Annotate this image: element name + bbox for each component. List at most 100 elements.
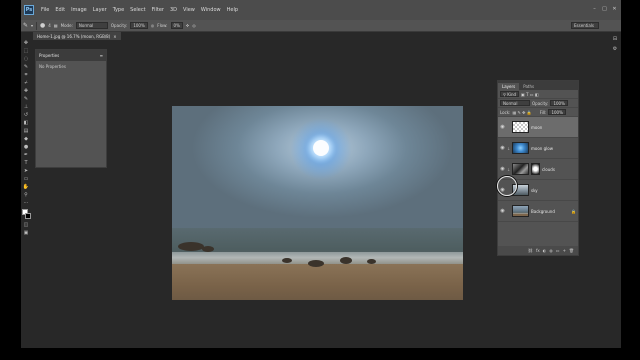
pen-tool-icon[interactable]: ✒ xyxy=(22,152,30,159)
pressure-size-icon[interactable]: ◎ xyxy=(192,23,196,28)
dodge-tool-icon[interactable]: ● xyxy=(22,144,30,151)
filter-toggle-icon[interactable]: ▣ T ▭ ◧ xyxy=(521,92,539,97)
quick-select-tool-icon[interactable]: ✎ xyxy=(22,64,30,71)
brush-tool-icon[interactable]: ✎ xyxy=(22,96,30,103)
rock xyxy=(367,259,376,264)
document-tab[interactable]: Home-1.jpg @ 16.7% (moon, RGB/8) × xyxy=(33,32,121,40)
tab-paths[interactable]: Paths xyxy=(519,83,538,90)
path-select-tool-icon[interactable]: ➤ xyxy=(22,168,30,175)
panel-menu-icon[interactable]: ≡ xyxy=(100,53,103,58)
move-tool-icon[interactable]: ✥ xyxy=(22,40,30,47)
brush-size-dot-icon[interactable]: ● xyxy=(40,22,45,29)
shape-tool-icon[interactable]: ▭ xyxy=(22,176,30,183)
layer-style-icon[interactable]: fx xyxy=(536,248,540,253)
airbrush-icon[interactable]: ✣ xyxy=(186,23,189,28)
flow-field[interactable]: 0% xyxy=(170,22,183,29)
eye-icon[interactable]: ◉ xyxy=(500,166,505,172)
maximize-button[interactable]: □ xyxy=(601,6,608,12)
fill-field[interactable]: 100% xyxy=(548,109,566,115)
menu-select[interactable]: Select xyxy=(127,7,148,13)
layer-name[interactable]: moon xyxy=(531,125,576,130)
blend-mode-select[interactable]: Normal xyxy=(500,100,530,106)
search-icon: ⚲ xyxy=(503,91,506,97)
gradient-tool-icon[interactable]: ▤ xyxy=(22,128,30,135)
brush-tool-icon[interactable]: ✎ xyxy=(23,22,28,29)
type-tool-icon[interactable]: T xyxy=(22,160,30,167)
tab-layers[interactable]: Layers xyxy=(498,83,520,90)
menu-edit[interactable]: Edit xyxy=(52,7,68,13)
zoom-tool-icon[interactable]: ⚲ xyxy=(22,192,30,199)
layer-name[interactable]: moon glow xyxy=(531,146,576,151)
opacity-field[interactable]: 100% xyxy=(130,22,148,29)
history-panel-icon[interactable]: ⊟ xyxy=(612,36,619,43)
eye-icon[interactable]: ◉ xyxy=(500,208,505,214)
tools-panel: ✥ ⬚ ◌ ✎ ⌗ ⌿ ✚ ✎ ⊥ ↺ ◧ ▤ ◆ ● ✒ T ➤ ▭ ✋ ⚲ … xyxy=(21,38,31,248)
menu-layer[interactable]: Layer xyxy=(90,7,110,13)
eraser-tool-icon[interactable]: ◧ xyxy=(22,120,30,127)
brush-size-value[interactable]: 4 xyxy=(48,23,51,28)
menu-image[interactable]: Image xyxy=(68,7,90,13)
mode-value: Normal xyxy=(78,23,94,28)
healing-tool-icon[interactable]: ✚ xyxy=(22,88,30,95)
layer-row-moon-glow[interactable]: ◉ ↓ moon glow xyxy=(498,138,578,159)
clone-stamp-tool-icon[interactable]: ⊥ xyxy=(22,104,30,111)
layer-name[interactable]: Background xyxy=(531,209,569,214)
hand-tool-icon[interactable]: ✋ xyxy=(22,184,30,191)
menu-3d[interactable]: 3D xyxy=(167,7,180,13)
eye-icon[interactable]: ◉ xyxy=(500,145,505,151)
layer-mask-thumbnail[interactable] xyxy=(531,163,540,175)
layer-thumbnail xyxy=(512,121,529,133)
menu-filter[interactable]: Filter xyxy=(149,7,167,13)
blend-row: Normal Opacity: 100% xyxy=(498,99,578,108)
layer-name[interactable]: sky xyxy=(531,188,576,193)
eyedropper-tool-icon[interactable]: ⌿ xyxy=(22,80,30,87)
layers-panel-tabs: Layers Paths xyxy=(498,81,578,90)
adjustment-layer-icon[interactable]: ◍ xyxy=(549,248,553,253)
layer-opacity-value: 100% xyxy=(553,100,565,106)
blur-tool-icon[interactable]: ◆ xyxy=(22,136,30,143)
layer-name[interactable]: clouds xyxy=(542,167,576,172)
delete-layer-icon[interactable]: 🗑 xyxy=(569,248,574,253)
menu-window[interactable]: Window xyxy=(198,7,224,13)
menu-help[interactable]: Help xyxy=(224,7,241,13)
more-tools-icon[interactable]: ⋯ xyxy=(22,200,30,207)
lock-icons[interactable]: ▦ ✎ ✥ 🔒 xyxy=(512,110,531,115)
layer-row-background[interactable]: ◉ Background 🔒 xyxy=(498,201,578,222)
layer-row-moon[interactable]: ◉ moon xyxy=(498,117,578,138)
menu-file[interactable]: File xyxy=(38,7,52,13)
workspace-select[interactable]: Essentials xyxy=(571,22,599,29)
history-brush-tool-icon[interactable]: ↺ xyxy=(22,112,30,119)
kind-filter-select[interactable]: ⚲ Kind xyxy=(500,91,520,97)
new-layer-icon[interactable]: + xyxy=(563,248,566,253)
clip-arrow-icon: ↓ xyxy=(507,145,511,151)
menu-type[interactable]: Type xyxy=(110,7,127,13)
close-tab-icon[interactable]: × xyxy=(113,34,116,39)
properties-title: Properties xyxy=(39,53,60,58)
opacity-label: Opacity: xyxy=(110,23,128,28)
brush-panel-icon[interactable]: ▦ xyxy=(54,23,58,28)
link-layers-icon[interactable]: ⛓ xyxy=(528,248,533,253)
menu-view[interactable]: View xyxy=(180,7,198,13)
mode-select[interactable]: Normal xyxy=(75,22,108,29)
marquee-tool-icon[interactable]: ⬚ xyxy=(22,48,30,55)
settings-panel-icon[interactable]: ⚙ xyxy=(612,46,619,53)
quick-mask-icon[interactable]: ◫ xyxy=(22,222,30,229)
pressure-opacity-icon[interactable]: ◎ xyxy=(151,23,155,28)
add-mask-icon[interactable]: ◐ xyxy=(543,248,547,253)
close-button[interactable]: ✕ xyxy=(611,6,618,12)
layer-opacity-field[interactable]: 100% xyxy=(550,100,568,106)
opacity-value: 100% xyxy=(133,23,145,28)
eye-icon[interactable]: ◉ xyxy=(500,124,505,130)
lasso-tool-icon[interactable]: ◌ xyxy=(22,56,30,63)
sand-area xyxy=(172,264,463,300)
layer-opacity-label: Opacity: xyxy=(532,100,549,106)
options-bar: ✎ ▾ ● 4 ▦ Mode: Normal Opacity: 100% ◎ F… xyxy=(21,20,621,32)
new-group-icon[interactable]: ▭ xyxy=(556,248,560,253)
crop-tool-icon[interactable]: ⌗ xyxy=(22,72,30,79)
minimize-button[interactable]: – xyxy=(591,6,598,12)
tool-preset-arrow-icon[interactable]: ▾ xyxy=(31,23,33,28)
screen-mode-icon[interactable]: ▣ xyxy=(22,230,30,237)
background-color-swatch[interactable] xyxy=(24,213,31,219)
color-swatches[interactable] xyxy=(21,209,31,220)
document-canvas[interactable] xyxy=(172,106,463,300)
